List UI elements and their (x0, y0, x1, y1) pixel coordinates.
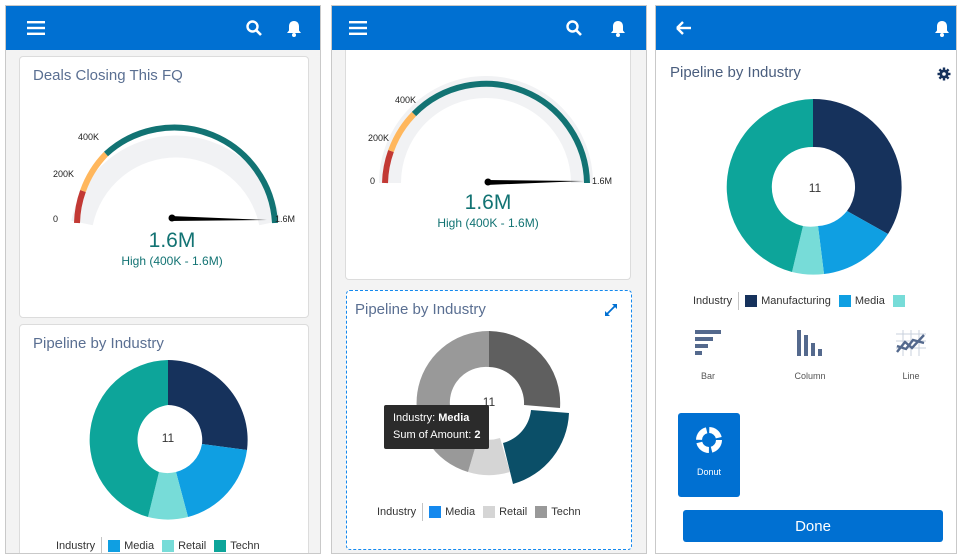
gauge-card[interactable]: 0 200K 400K 1.6M 1.6M High (400K - 1.6M) (345, 50, 631, 280)
menu-icon[interactable] (340, 6, 376, 50)
donut-center-total: 11 (808, 181, 822, 195)
tooltip-industry-value: Media (438, 412, 470, 424)
legend-item-retail[interactable]: Retail (162, 540, 206, 552)
donut-slice-media-highlighted (503, 410, 569, 484)
tooltip-amount-value: 2 (474, 429, 481, 441)
gauge-range: High (400K - 1.6M) (437, 216, 539, 230)
legend-label: Techn (230, 540, 260, 552)
legend-swatch (214, 540, 227, 552)
chart-type-label: Bar (700, 371, 715, 381)
gauge-value: 1.6M (148, 229, 196, 252)
gauge-tick-max: 1.6M (275, 214, 296, 224)
gauge-chart (71, 124, 281, 226)
donut-chart (726, 98, 902, 275)
legend-swatch (108, 540, 121, 552)
gauge-tick-max: 1.6M (592, 176, 613, 186)
pipeline-card[interactable]: Pipeline by Industry 11 Industry Media R… (19, 324, 309, 553)
legend-swatch (162, 540, 175, 552)
legend-swatch (535, 506, 548, 518)
legend-swatch (429, 506, 442, 518)
tooltip-amount-label: Sum of Amount: (393, 429, 472, 441)
gauge-range: High (400K - 1.6M) (121, 254, 223, 268)
legend-title: Industry (377, 506, 417, 518)
gauge-needle (486, 180, 584, 185)
legend-item-retail[interactable]: Retail (483, 506, 527, 518)
legend-item-retail[interactable] (892, 295, 909, 307)
search-icon[interactable] (236, 6, 272, 50)
legend-divider (738, 292, 740, 310)
legend-item-manufacturing[interactable]: Manufacturing (745, 295, 831, 307)
pipeline-legend: Industry Media Retail Techn (56, 537, 268, 553)
column-chart-icon (797, 330, 827, 361)
legend-label: Media (854, 295, 885, 307)
phone-screen-2: 0 200K 400K 1.6M 1.6M High (400K - 1.6M)… (331, 5, 647, 554)
chart-type-label: Line (902, 371, 920, 381)
gauge-value: 1.6M (464, 191, 512, 214)
gauge-needle-hub (484, 178, 492, 186)
pipeline-legend: Industry Media Retail Techn (377, 503, 589, 521)
gauge-tick-0: 0 (53, 214, 59, 224)
pipeline-card[interactable]: Pipeline by Industry 11 Industry: Media … (346, 290, 632, 550)
chart-type-label: Column (794, 371, 826, 381)
legend-item-media[interactable]: Media (429, 506, 475, 518)
bell-icon[interactable] (276, 6, 312, 50)
legend-item-technology[interactable]: Techn (535, 506, 581, 518)
phone-screen-3: Pipeline by Industry 11 Industry Manufac… (655, 5, 957, 554)
chart-type-bar[interactable]: Bar (673, 326, 743, 386)
chart-type-donut[interactable]: Donut (678, 413, 740, 497)
legend-swatch (483, 506, 496, 518)
gauge-tick-400k: 400K (395, 95, 417, 105)
donut-chart-icon (694, 425, 724, 460)
tooltip-industry-label: Industry: (393, 412, 436, 424)
legend-item-media[interactable]: Media (838, 295, 885, 307)
donut-slice-manufacturing (813, 98, 902, 235)
legend-swatch (838, 295, 851, 307)
pipeline-legend: Industry Manufacturing Media (693, 292, 917, 310)
legend-label: Techn (551, 506, 581, 518)
legend-title: Industry (693, 295, 733, 307)
gauge-tick-200k: 200K (368, 133, 390, 143)
done-button[interactable]: Done (683, 510, 943, 542)
chart-type-line[interactable]: Line (876, 326, 946, 386)
bar-chart-icon (695, 330, 725, 361)
donut-slice-media (176, 444, 247, 517)
bell-icon[interactable] (600, 6, 636, 50)
legend-label: Manufacturing (761, 295, 831, 307)
legend-divider (101, 537, 103, 553)
gauge-needle (170, 216, 267, 221)
gauge-chart (379, 76, 593, 186)
legend-label: Retail (499, 506, 528, 518)
phone-screen-1: Deals Closing This FQ 0 200K 400K 1.6M 1… (5, 5, 321, 554)
legend-item-media[interactable]: Media (108, 540, 154, 552)
gauge-tick-200k: 200K (53, 169, 75, 179)
chart-tooltip: Industry: Media Sum of Amount: 2 (384, 405, 490, 449)
top-bar (6, 6, 320, 50)
chart-type-label: Donut (696, 467, 722, 477)
menu-icon[interactable] (18, 6, 54, 50)
legend-label: Media (445, 506, 476, 518)
gauge-card[interactable]: Deals Closing This FQ 0 200K 400K 1.6M 1… (19, 56, 309, 318)
line-chart-icon (896, 330, 926, 361)
chart-type-column[interactable]: Column (775, 326, 845, 386)
legend-divider (422, 503, 424, 521)
search-icon[interactable] (556, 6, 592, 50)
gauge-tick-0: 0 (370, 176, 376, 186)
gauge-tick-400k: 400K (78, 132, 100, 142)
legend-label: Media (124, 540, 155, 552)
gauge-needle-hub (168, 214, 176, 222)
legend-title: Industry (56, 540, 96, 552)
legend-swatch (892, 295, 905, 307)
legend-label: Retail (178, 540, 207, 552)
top-bar (332, 6, 646, 50)
donut-center-total: 11 (161, 431, 175, 445)
legend-item-technology[interactable]: Techn (214, 540, 260, 552)
legend-swatch (745, 295, 758, 307)
